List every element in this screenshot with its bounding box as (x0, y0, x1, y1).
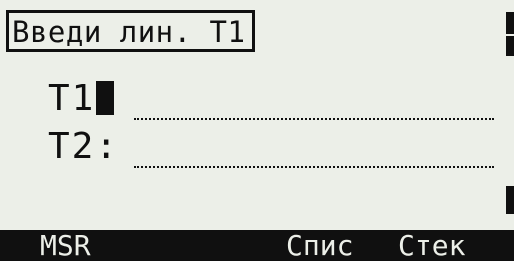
status-indicator-top (506, 12, 514, 34)
field-row-t1: T1: (48, 76, 494, 122)
msr-softkey[interactable]: MSR (40, 230, 91, 261)
softkey-bar: MSR Спис Стек (0, 230, 514, 261)
screen-title: Введи лин. T1 (6, 10, 256, 52)
list-softkey[interactable]: Спис (286, 230, 353, 261)
t2-input[interactable] (134, 128, 494, 168)
stack-softkey[interactable]: Стек (398, 230, 465, 261)
t2-label: T2: (48, 126, 120, 167)
text-cursor (96, 81, 114, 115)
status-indicator-middle (506, 36, 514, 56)
t1-input[interactable] (134, 80, 494, 120)
instrument-screen: Введи лин. T1 T1: T2: MSR Спис Стек (0, 0, 514, 261)
status-indicator-bottom (506, 186, 514, 214)
field-row-t2: T2: (48, 124, 494, 170)
